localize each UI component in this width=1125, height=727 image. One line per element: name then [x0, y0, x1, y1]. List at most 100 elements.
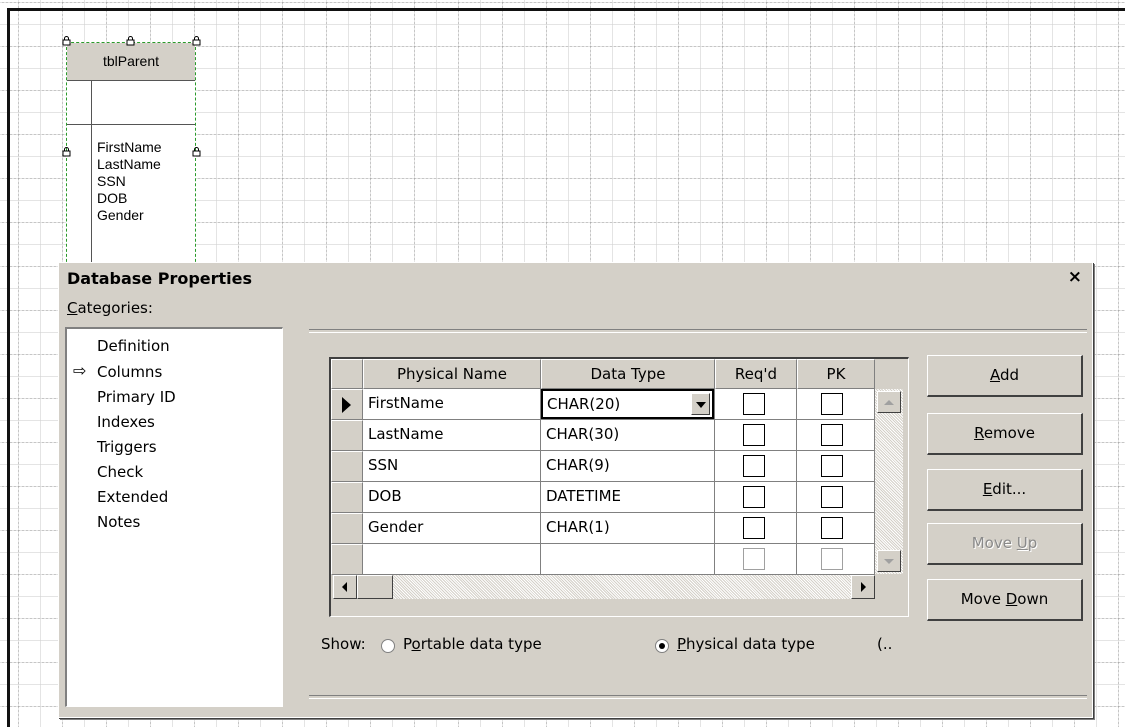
entity-divider: [91, 81, 92, 273]
category-item-triggers[interactable]: Triggers: [97, 438, 157, 456]
categories-list[interactable]: Definition ⇨ Columns Primary ID Indexes …: [65, 327, 283, 707]
category-item-columns[interactable]: Columns: [97, 363, 162, 381]
new-row-cell: [715, 544, 797, 575]
dialog-titlebar[interactable]: Database Properties ×: [59, 263, 1092, 293]
cell-data-type[interactable]: CHAR(30): [541, 420, 715, 451]
move-up-button[interactable]: Move Up: [927, 523, 1083, 565]
reqd-checkbox[interactable]: [743, 424, 765, 446]
category-item-notes[interactable]: Notes: [97, 513, 140, 531]
entity-attribute-list: FirstName LastName SSN DOB Gender: [97, 139, 162, 224]
cell-data-type[interactable]: CHAR(9): [541, 451, 715, 482]
close-icon[interactable]: ×: [1068, 267, 1082, 287]
chevron-down-icon[interactable]: [691, 393, 710, 415]
current-row-icon: [342, 397, 351, 413]
category-item-primary-id[interactable]: Primary ID: [97, 388, 176, 406]
portable-radio[interactable]: [381, 639, 395, 653]
scroll-thumb[interactable]: [357, 575, 393, 599]
vertical-scrollbar[interactable]: [875, 389, 903, 574]
add-button[interactable]: Add: [927, 355, 1083, 397]
portable-label[interactable]: Portable data type: [403, 635, 542, 653]
entity-attribute: DOB: [97, 190, 128, 206]
scroll-left-button[interactable]: [333, 575, 357, 599]
entity-box[interactable]: tblParent FirstName LastName SSN DOB Gen…: [66, 42, 196, 273]
column-header-pk[interactable]: PK: [797, 359, 875, 389]
new-row-cell[interactable]: [363, 544, 541, 575]
horizontal-scrollbar[interactable]: [333, 575, 875, 599]
scroll-down-button[interactable]: [877, 550, 901, 572]
reqd-checkbox[interactable]: [743, 455, 765, 477]
pk-checkbox[interactable]: [821, 455, 843, 477]
cell-data-type[interactable]: CHAR(1): [541, 513, 715, 544]
column-header-physical-name[interactable]: Physical Name: [363, 359, 541, 389]
pk-checkbox[interactable]: [821, 517, 843, 539]
separator: [309, 695, 1087, 699]
cell-pk: [797, 513, 875, 544]
entity-attribute: Gender: [97, 207, 144, 223]
cell-physical-name[interactable]: Gender: [363, 513, 541, 544]
entity-attribute: LastName: [97, 156, 161, 172]
pk-checkbox[interactable]: [821, 424, 843, 446]
cell-physical-name[interactable]: LastName: [363, 420, 541, 451]
canvas-top-border: [7, 8, 1125, 11]
dialog-title: Database Properties: [67, 269, 253, 288]
resize-handle-icon[interactable]: [62, 36, 71, 46]
grid-corner: [331, 359, 363, 389]
row-selector[interactable]: [331, 451, 363, 482]
separator: [309, 329, 1087, 333]
reqd-checkbox[interactable]: [743, 548, 765, 570]
physical-label[interactable]: Physical data type: [677, 635, 815, 653]
category-item-extended[interactable]: Extended: [97, 488, 168, 506]
cell-reqd: [715, 451, 797, 482]
move-down-button[interactable]: Move Down: [927, 579, 1083, 621]
data-type-value: CHAR(20): [547, 395, 621, 413]
chevron-left-icon: [342, 582, 347, 592]
physical-radio[interactable]: [655, 639, 669, 653]
canvas-left-border: [7, 8, 10, 727]
remove-button[interactable]: Remove: [927, 413, 1083, 455]
show-label: Show:: [321, 635, 366, 653]
scroll-up-button[interactable]: [877, 391, 901, 413]
resize-handle-icon[interactable]: [62, 147, 71, 157]
cell-reqd: [715, 420, 797, 451]
data-type-dropdown[interactable]: CHAR(20): [541, 389, 714, 419]
cell-reqd: [715, 389, 797, 420]
edit-button[interactable]: Edit...: [927, 469, 1083, 511]
scrollbar-corner: [875, 575, 905, 599]
category-item-check[interactable]: Check: [97, 463, 143, 481]
pk-checkbox[interactable]: [821, 486, 843, 508]
cell-physical-name[interactable]: SSN: [363, 451, 541, 482]
reqd-checkbox[interactable]: [743, 393, 765, 415]
scroll-right-button[interactable]: [851, 575, 875, 599]
row-selector[interactable]: [331, 389, 363, 420]
new-row-cell[interactable]: [541, 544, 715, 575]
resize-handle-icon[interactable]: [192, 36, 201, 46]
reqd-checkbox[interactable]: [743, 486, 765, 508]
current-arrow-icon: ⇨: [73, 361, 87, 380]
pk-checkbox[interactable]: [821, 548, 843, 570]
row-selector[interactable]: [331, 482, 363, 513]
categories-label: Categories:: [67, 299, 153, 317]
chevron-up-icon: [884, 400, 894, 405]
chevron-right-icon: [861, 582, 866, 592]
cell-reqd: [715, 513, 797, 544]
category-item-definition[interactable]: Definition: [97, 337, 170, 355]
new-row-selector[interactable]: [331, 544, 363, 575]
entity-attribute: SSN: [97, 173, 126, 189]
new-row-cell: [797, 544, 875, 575]
category-item-indexes[interactable]: Indexes: [97, 413, 155, 431]
entity-attribute: FirstName: [97, 139, 162, 155]
cell-physical-name[interactable]: DOB: [363, 482, 541, 513]
columns-grid[interactable]: Physical Name Data Type Req'd PK FirstNa…: [329, 357, 909, 617]
row-selector[interactable]: [331, 513, 363, 544]
reqd-checkbox[interactable]: [743, 517, 765, 539]
column-header-data-type[interactable]: Data Type: [541, 359, 715, 389]
pk-checkbox[interactable]: [821, 393, 843, 415]
resize-handle-icon[interactable]: [126, 36, 135, 46]
cell-pk: [797, 420, 875, 451]
cell-data-type[interactable]: DATETIME: [541, 482, 715, 513]
resize-handle-icon[interactable]: [192, 147, 201, 157]
cell-physical-name[interactable]: FirstName: [363, 389, 541, 420]
cell-data-type-combo[interactable]: CHAR(20): [541, 389, 715, 420]
column-header-reqd[interactable]: Req'd: [715, 359, 797, 389]
row-selector[interactable]: [331, 420, 363, 451]
